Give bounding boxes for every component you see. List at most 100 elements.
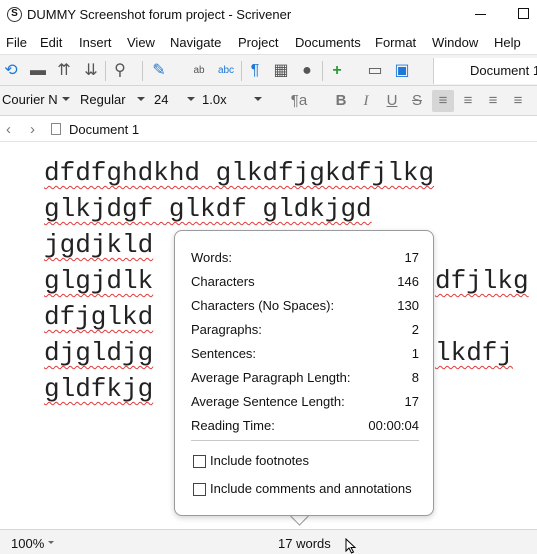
line-spacing-chevron-icon[interactable]: [254, 97, 262, 101]
stat-row-paragraphs: Paragraphs: 2: [191, 322, 419, 340]
bold-icon[interactable]: B: [330, 90, 352, 112]
include-footnotes-label[interactable]: Include footnotes: [210, 453, 309, 468]
stat-value: 00:00:04: [368, 418, 419, 433]
stat-value: 130: [397, 298, 419, 313]
zoom-chevron-icon[interactable]: [48, 541, 54, 544]
align-left-icon[interactable]: ≡: [432, 90, 454, 112]
editor-document-title: Document 1: [69, 122, 140, 137]
editor-line[interactable]: jgdjkld: [44, 230, 153, 260]
stat-row-avg-paragraph-length: Average Paragraph Length: 8: [191, 370, 419, 388]
stat-value: 17: [404, 250, 419, 265]
mouse-cursor-icon: [345, 538, 357, 554]
keyboard-icon[interactable]: ▦: [270, 60, 292, 82]
popover-divider: [191, 440, 419, 441]
window-title: DUMMY Screenshot forum project - Scriven…: [27, 7, 292, 22]
menu-help[interactable]: Help: [494, 35, 521, 50]
stat-value: 146: [397, 274, 419, 289]
document-title-field[interactable]: Document 1: [433, 58, 537, 84]
menu-edit[interactable]: Edit: [40, 35, 62, 50]
menu-window[interactable]: Window: [432, 35, 478, 50]
spelling-icon[interactable]: ab: [188, 60, 210, 82]
stat-row-characters-no-spaces: Characters (No Spaces): 130: [191, 298, 419, 316]
editor-line-tail[interactable]: dfjlkg: [435, 266, 529, 296]
stat-row-reading-time: Reading Time: 00:00:04: [191, 418, 419, 436]
font-style-select[interactable]: Regular: [80, 92, 126, 107]
microphone-icon[interactable]: ●: [296, 60, 318, 82]
menu-project[interactable]: Project: [238, 35, 278, 50]
font-family-chevron-icon[interactable]: [62, 97, 70, 101]
toolbar-document-title: Document 1: [470, 63, 537, 78]
stat-label: Reading Time:: [191, 418, 275, 433]
menu-format[interactable]: Format: [375, 35, 416, 50]
stat-row-characters: Characters 146: [191, 274, 419, 292]
underline-icon[interactable]: U: [381, 90, 403, 112]
view-mode-icon[interactable]: ▣: [391, 60, 413, 82]
line-spacing-select[interactable]: 1.0x: [202, 92, 227, 107]
minimize-icon[interactable]: [475, 14, 486, 15]
search-icon[interactable]: ⚲: [109, 60, 131, 82]
add-icon[interactable]: +: [326, 60, 348, 82]
font-style-chevron-icon[interactable]: [137, 97, 145, 101]
font-size-chevron-icon[interactable]: [187, 97, 195, 101]
font-size-select[interactable]: 24: [154, 92, 168, 107]
move-down-icon[interactable]: ⇊: [80, 60, 102, 82]
inspector-icon[interactable]: ▬: [27, 60, 49, 82]
stat-row-avg-sentence-length: Average Sentence Length: 17: [191, 394, 419, 412]
menu-documents[interactable]: Documents: [295, 35, 361, 50]
main-toolbar: ⟲ ▬ ⇈ ⇊ ⚲ ✎ ab abc ¶ ▦ ● + ▭ ▣ Document …: [0, 54, 537, 86]
editor-line[interactable]: gldfkjg: [44, 374, 153, 404]
align-center-icon[interactable]: ≡: [457, 90, 479, 112]
include-comments-label[interactable]: Include comments and annotations: [210, 481, 412, 496]
stat-label: Characters: [191, 274, 255, 289]
stat-row-words: Words: 17: [191, 250, 419, 268]
stat-value: 17: [404, 394, 419, 409]
paragraph-style-icon[interactable]: ¶a: [282, 90, 316, 112]
menu-navigate[interactable]: Navigate: [170, 35, 221, 50]
editor-header: ‹ › Document 1: [0, 116, 537, 142]
stat-value: 8: [411, 370, 419, 385]
stat-value: 2: [411, 322, 419, 337]
forward-arrow-icon[interactable]: ›: [30, 121, 35, 138]
stat-label: Characters (No Spaces):: [191, 298, 335, 313]
stat-label: Sentences:: [191, 346, 257, 361]
spellcheck-icon[interactable]: abc: [215, 60, 237, 82]
editor-line[interactable]: dfjglkd: [44, 302, 153, 332]
menu-file[interactable]: File: [6, 35, 27, 50]
move-up-icon[interactable]: ⇈: [53, 60, 75, 82]
document-icon: [51, 123, 61, 135]
strikethrough-icon[interactable]: S: [406, 90, 428, 112]
maximize-icon[interactable]: [518, 8, 529, 19]
pilcrow-icon[interactable]: ¶: [244, 60, 266, 82]
stat-label: Average Paragraph Length:: [191, 370, 351, 385]
menu-bar: File Edit Insert View Navigate Project D…: [0, 30, 537, 54]
menu-insert[interactable]: Insert: [79, 35, 112, 50]
stat-row-sentences: Sentences: 1: [191, 346, 419, 364]
zoom-select[interactable]: 100%: [11, 536, 44, 551]
editor-line-tail[interactable]: lkdfj: [435, 338, 513, 368]
stat-value: 1: [411, 346, 419, 361]
font-family-select[interactable]: Courier N: [2, 92, 58, 107]
attachment-icon[interactable]: ✎: [148, 60, 170, 82]
menu-view[interactable]: View: [127, 35, 155, 50]
text-statistics-popover: Words: 17 Characters 146 Characters (No …: [174, 230, 434, 516]
stat-label: Paragraphs:: [191, 322, 262, 337]
italic-icon[interactable]: I: [355, 90, 377, 112]
format-bar: Courier N Regular 24 1.0x ¶a B I U S ≡ ≡…: [0, 86, 537, 116]
editor-line[interactable]: dfdfghdkhd glkdfjgkdfjlkg: [44, 158, 434, 188]
undo-icon[interactable]: ⟲: [0, 60, 22, 82]
scrivener-logo-icon: S: [7, 7, 22, 22]
align-justify-icon[interactable]: ≡: [482, 90, 504, 112]
include-footnotes-checkbox[interactable]: [193, 455, 206, 468]
word-count-button[interactable]: 17 words: [278, 536, 331, 551]
back-arrow-icon[interactable]: ‹: [6, 121, 11, 138]
include-comments-checkbox[interactable]: [193, 483, 206, 496]
stat-label: Average Sentence Length:: [191, 394, 345, 409]
editor-line[interactable]: glkjdgf glkdf gldkjgd: [44, 194, 372, 224]
editor-line[interactable]: glgjdlk: [44, 266, 153, 296]
editor-line[interactable]: djgldjg: [44, 338, 153, 368]
status-bar: 100% 17 words: [0, 529, 537, 554]
layout-icon[interactable]: ▭: [364, 60, 386, 82]
align-right-icon[interactable]: ≡: [507, 90, 529, 112]
title-bar: S DUMMY Screenshot forum project - Scriv…: [0, 0, 537, 30]
stat-label: Words:: [191, 250, 232, 265]
